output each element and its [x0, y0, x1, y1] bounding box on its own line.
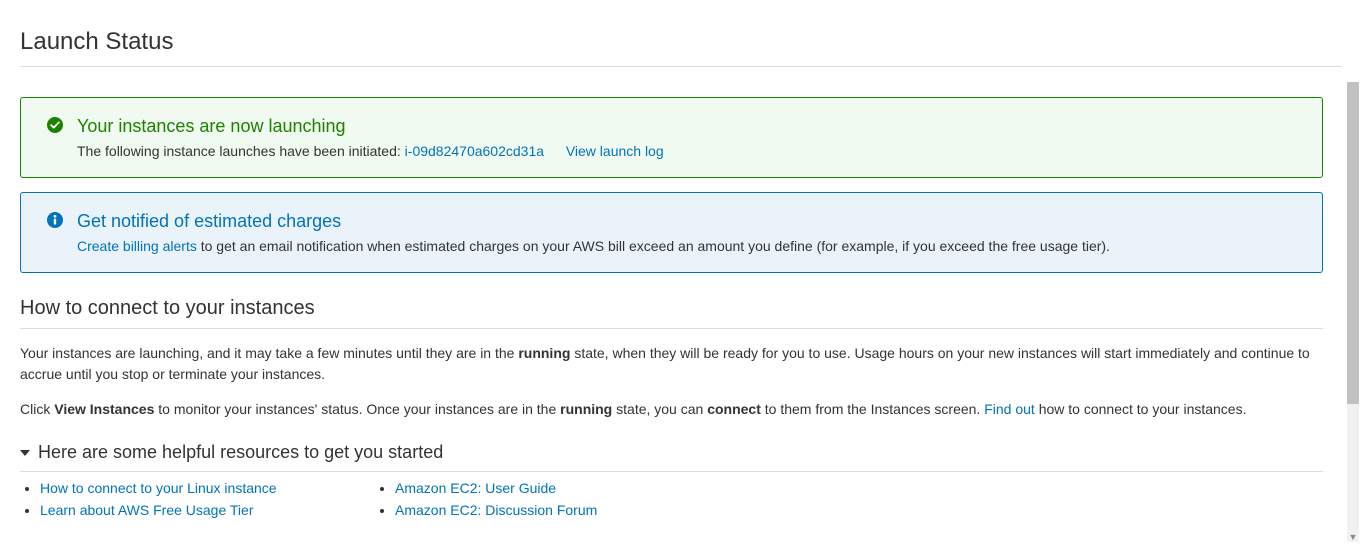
resources-toggle[interactable]: Here are some helpful resources to get y… — [20, 434, 1323, 472]
list-item: How to connect to your Linux instance — [40, 480, 375, 496]
alert-title: Get notified of estimated charges — [77, 211, 1302, 232]
alert-body: Create billing alerts to get an email no… — [77, 238, 1302, 254]
page-title: Launch Status — [20, 0, 1341, 67]
connect-paragraph-2: Click View Instances to monitor your ins… — [20, 399, 1323, 420]
text: Click — [20, 401, 54, 417]
info-circle-icon — [47, 212, 63, 228]
text: state, you can — [612, 401, 707, 417]
billing-info-alert: Get notified of estimated charges Create… — [20, 192, 1323, 273]
view-launch-log-link[interactable]: View launch log — [566, 143, 664, 159]
bold-connect: connect — [707, 401, 761, 417]
bold-view-instances: View Instances — [54, 401, 154, 417]
text: Your instances are launching, and it may… — [20, 345, 518, 361]
scroll-down-arrow-icon[interactable]: ▼ — [1347, 530, 1359, 544]
alert-body-text: to get an email notification when estima… — [201, 238, 1110, 254]
list-item: Learn about AWS Free Usage Tier — [40, 502, 375, 518]
launch-success-alert: Your instances are now launching The fol… — [20, 97, 1323, 178]
resources-list: How to connect to your Linux instance Le… — [20, 472, 1323, 524]
text: to monitor your instances' status. Once … — [154, 401, 560, 417]
find-out-link[interactable]: Find out — [984, 401, 1035, 417]
list-item: Amazon EC2: User Guide — [395, 480, 730, 496]
create-billing-alerts-link[interactable]: Create billing alerts — [77, 238, 197, 254]
alert-body: The following instance launches have bee… — [77, 143, 1302, 159]
resource-link[interactable]: Learn about AWS Free Usage Tier — [40, 502, 253, 518]
alert-title: Your instances are now launching — [77, 116, 1302, 137]
resource-link[interactable]: Amazon EC2: Discussion Forum — [395, 502, 597, 518]
scrollbar[interactable]: ▲ ▼ — [1347, 82, 1359, 542]
resource-link[interactable]: How to connect to your Linux instance — [40, 480, 277, 496]
check-circle-icon — [47, 117, 63, 133]
resource-column-2: Amazon EC2: User Guide Amazon EC2: Discu… — [375, 480, 730, 524]
caret-down-icon — [20, 442, 30, 463]
connect-paragraph-1: Your instances are launching, and it may… — [20, 343, 1323, 385]
list-item: Amazon EC2: Discussion Forum — [395, 502, 730, 518]
text: how to connect to your instances. — [1035, 401, 1247, 417]
resource-column-1: How to connect to your Linux instance Le… — [20, 480, 375, 524]
scrollbar-thumb[interactable] — [1347, 82, 1359, 404]
alert-body-text: The following instance launches have bee… — [77, 143, 405, 159]
resource-link[interactable]: Amazon EC2: User Guide — [395, 480, 556, 496]
connect-heading: How to connect to your instances — [20, 297, 1323, 329]
bold-running: running — [518, 345, 570, 361]
bold-running: running — [560, 401, 612, 417]
text: to them from the Instances screen. — [761, 401, 984, 417]
resources-heading: Here are some helpful resources to get y… — [38, 442, 443, 463]
instance-id-link[interactable]: i-09d82470a602cd31a — [405, 143, 544, 159]
